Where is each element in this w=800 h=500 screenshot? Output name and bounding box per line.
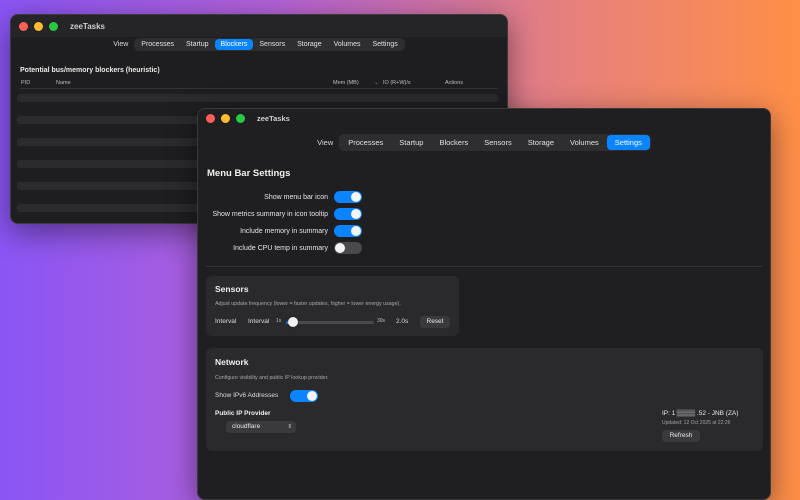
view-segmented-control: Processes Startup Blockers Sensors Stora… — [134, 37, 405, 51]
column-actions: Actions — [445, 80, 464, 86]
view-label: View — [317, 138, 334, 147]
view-tab-bar: View Processes Startup Blockers Sensors … — [198, 134, 770, 151]
tab-volumes[interactable]: Volumes — [328, 39, 367, 50]
column-pid[interactable]: PID — [21, 80, 30, 86]
ipv6-label: Show IPv6 Addresses — [215, 392, 279, 399]
toggle-row-show-menu-bar-icon: Show menu bar icon — [198, 190, 362, 204]
tab-processes[interactable]: Processes — [135, 39, 180, 50]
tab-sensors[interactable]: Sensors — [476, 135, 520, 150]
tab-startup[interactable]: Startup — [391, 135, 431, 150]
tab-storage[interactable]: Storage — [520, 135, 562, 150]
slider-min-label: 1s — [276, 318, 282, 324]
network-subtitle: Configure visibility and public IP looku… — [215, 375, 329, 381]
toggle-label: Show metrics summary in icon tooltip — [212, 210, 328, 218]
interval-label: Interval — [215, 318, 237, 325]
toggle-label: Include CPU temp in summary — [233, 244, 328, 252]
ip-provider-select[interactable]: cloudflare ⇕ — [226, 421, 296, 433]
tab-processes[interactable]: Processes — [340, 135, 391, 150]
show-ipv6-toggle[interactable] — [290, 390, 318, 402]
toggle-row-include-memory: Include memory in summary — [198, 224, 362, 238]
slider-max-label: 30s — [377, 318, 386, 324]
include-memory-toggle[interactable] — [334, 225, 362, 237]
updown-chevron-icon: ⇕ — [287, 424, 292, 430]
sensors-card: Sensors Adjust update frequency (lower =… — [206, 276, 459, 336]
public-ip-provider-label: Public IP Provider — [215, 410, 271, 417]
interval-slider-knob[interactable] — [287, 317, 298, 327]
metrics-summary-toggle[interactable] — [334, 208, 362, 220]
view-tab-bar: View Processes Startup Blockers Sensors … — [11, 37, 507, 51]
view-segmented-control: Processes Startup Blockers Sensors Stora… — [339, 134, 651, 151]
interval-slider-label: Interval — [248, 318, 270, 325]
sensors-title: Sensors — [215, 284, 249, 294]
tab-storage[interactable]: Storage — [291, 39, 328, 50]
sensors-subtitle: Adjust update frequency (lower = faster … — [215, 301, 401, 307]
close-window-button[interactable] — [206, 113, 215, 123]
sort-chevron-icon: ⌄ — [374, 80, 379, 86]
show-menu-bar-icon-toggle[interactable] — [334, 191, 362, 203]
column-mem[interactable]: Mem (MB) — [333, 80, 359, 86]
column-io[interactable]: IO (R+W)/s — [383, 80, 411, 86]
ip-provider-value: cloudflare — [232, 423, 261, 430]
toggle-label: Include memory in summary — [240, 227, 328, 235]
tab-startup[interactable]: Startup — [180, 39, 215, 50]
include-cpu-temp-toggle[interactable] — [334, 242, 362, 254]
tab-settings[interactable]: Settings — [606, 135, 650, 150]
column-name[interactable]: Name — [56, 80, 71, 86]
table-header: PID Name Mem (MB) ⌄ IO (R+W)/s Actions — [20, 79, 498, 89]
close-window-button[interactable] — [19, 21, 28, 31]
minimize-window-button[interactable] — [34, 21, 43, 31]
window-title: zeeTasks — [257, 113, 290, 123]
tab-blockers[interactable]: Blockers — [214, 38, 254, 50]
view-label: View — [113, 40, 129, 48]
tab-settings[interactable]: Settings — [366, 39, 403, 50]
settings-window: zeeTasks View Processes Startup Blockers… — [197, 108, 771, 500]
blockers-heading: Potential bus/memory blockers (heuristic… — [20, 67, 160, 74]
menu-bar-settings-title: Menu Bar Settings — [207, 168, 291, 179]
section-divider — [206, 266, 762, 267]
title-bar: zeeTasks — [198, 109, 770, 127]
minimize-window-button[interactable] — [221, 113, 230, 123]
toggle-label: Show menu bar icon — [264, 193, 328, 201]
ip-updated-time: Updated: 12 Oct 2025 at 22:26 — [662, 420, 731, 426]
tab-volumes[interactable]: Volumes — [562, 135, 607, 150]
toggle-row-metrics-summary: Show metrics summary in icon tooltip — [198, 207, 362, 221]
refresh-button[interactable]: Refresh — [662, 430, 700, 442]
tab-sensors[interactable]: Sensors — [253, 39, 291, 50]
zoom-window-button[interactable] — [236, 113, 245, 123]
interval-slider-track[interactable] — [286, 321, 374, 324]
public-ip-value: IP: 1 ▒▒▒▒ .52 - JNB (ZA) — [662, 410, 739, 417]
table-row[interactable] — [17, 94, 498, 102]
window-title: zeeTasks — [70, 21, 105, 31]
zoom-window-button[interactable] — [49, 21, 58, 31]
interval-value: 2.0s — [396, 318, 409, 325]
network-title: Network — [215, 357, 249, 367]
network-card: Network Configure visibility and public … — [206, 348, 763, 451]
title-bar: zeeTasks — [11, 15, 507, 37]
toggle-row-include-cpu-temp: Include CPU temp in summary — [198, 241, 362, 255]
tab-blockers[interactable]: Blockers — [431, 135, 476, 150]
reset-button[interactable]: Reset — [420, 316, 450, 328]
